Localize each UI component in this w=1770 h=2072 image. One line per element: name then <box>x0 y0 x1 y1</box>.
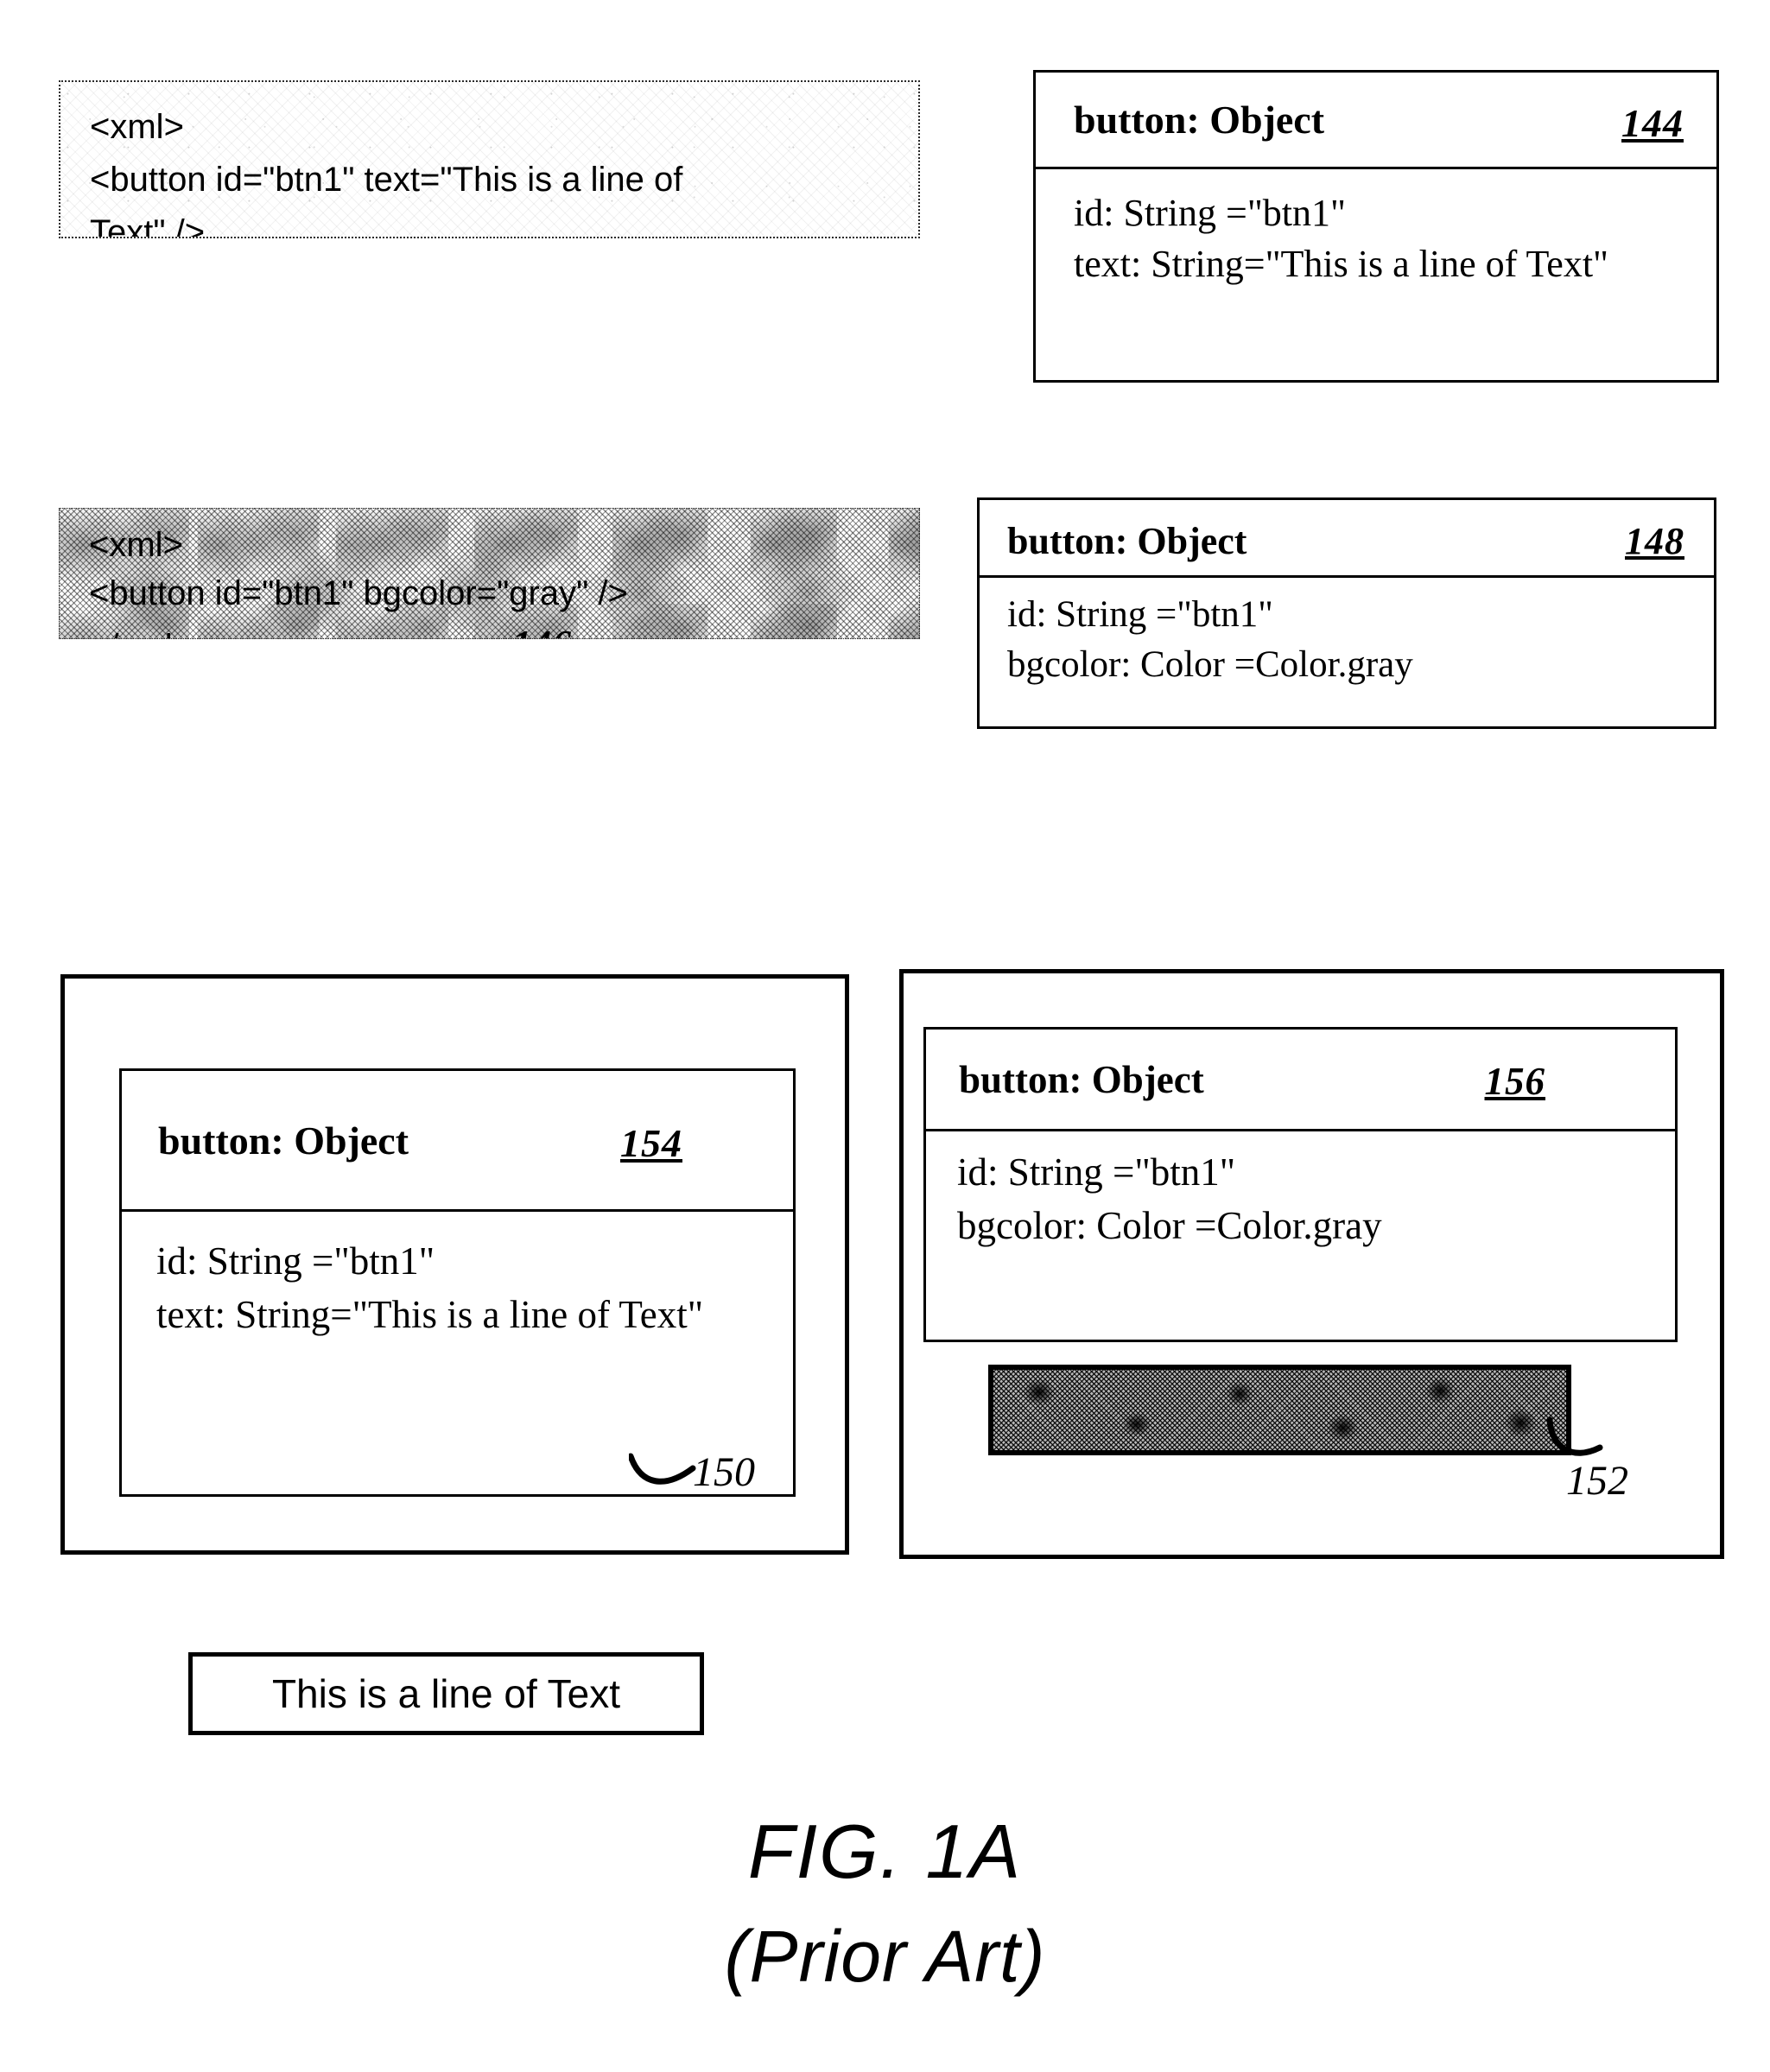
uml-title: button: Object <box>1074 98 1325 142</box>
uml-object-box-148: button: Object 148 id: String ="btn1" bg… <box>977 497 1716 729</box>
xml-source-text-142: <xml> <button id="btn1" text="This is a … <box>60 82 918 238</box>
figure-caption-subtitle: (Prior Art) <box>724 1916 1046 1997</box>
uml-attributes-144: id: String ="btn1" text: String="This is… <box>1036 169 1716 289</box>
uml-attributes-154: id: String ="btn1" text: String="This is… <box>122 1212 793 1341</box>
uml-header-148: button: Object 148 <box>980 500 1714 578</box>
reference-numeral-146: 146 <box>512 618 572 638</box>
rendered-text-button-150[interactable]: This is a line of Text <box>188 1652 704 1735</box>
uml-attribute: id: String ="btn1" <box>957 1150 1236 1194</box>
uml-attribute: bgcolor: Color =Color.gray <box>957 1204 1382 1248</box>
xml-line: <button id="btn1" text="This is a line o… <box>90 160 683 199</box>
xml-line: <xml> <box>90 108 184 146</box>
reference-numeral-150: 150 <box>693 1449 755 1495</box>
uml-header-156: button: Object 156 <box>926 1030 1675 1131</box>
xml-line: Text" /> <box>90 212 206 238</box>
uml-attribute: bgcolor: Color =Color.gray <box>1007 644 1413 686</box>
reference-numeral-148: 148 <box>1625 520 1684 562</box>
uml-title: button: Object <box>959 1057 1204 1101</box>
uml-attribute: text: String="This is a line of Text" <box>156 1293 704 1337</box>
reference-numeral-144: 144 <box>1621 101 1684 145</box>
uml-attributes-148: id: String ="btn1" bgcolor: Color =Color… <box>980 578 1714 690</box>
uml-attribute: id: String ="btn1" <box>156 1239 435 1283</box>
xml-line-text: </xml> <box>89 623 193 638</box>
xml-source-box-142: <xml> <button id="btn1" text="This is a … <box>59 80 920 238</box>
uml-attribute: text: String="This is a line of Text" <box>1074 242 1609 285</box>
rendered-button-label: This is a line of Text <box>271 1671 621 1716</box>
xml-source-box-146: <xml> <button id="btn1" bgcolor="gray" /… <box>59 508 920 639</box>
xml-source-text-146: <xml> <button id="btn1" bgcolor="gray" /… <box>60 509 919 638</box>
uml-attribute: id: String ="btn1" <box>1007 594 1273 635</box>
reference-numeral-154: 154 <box>620 1120 682 1165</box>
xml-line: <button id="btn1" bgcolor="gray" /> <box>89 574 628 612</box>
xml-line: <xml> <box>89 526 183 564</box>
uml-attributes-156: id: String ="btn1" bgcolor: Color =Color… <box>926 1131 1675 1252</box>
uml-object-box-156: button: Object 156 id: String ="btn1" bg… <box>923 1027 1678 1342</box>
uml-title: button: Object <box>158 1118 409 1163</box>
uml-object-box-144: button: Object 144 id: String ="btn1" te… <box>1033 70 1719 383</box>
figure-caption: FIG. 1A (Prior Art) <box>0 1808 1770 1999</box>
figure-caption-title: FIG. 1A <box>747 1809 1023 1894</box>
reference-numeral-156: 156 <box>1484 1059 1545 1103</box>
xml-line: </xml> 146 <box>89 618 919 638</box>
uml-header-144: button: Object 144 <box>1036 73 1716 169</box>
rendered-gray-button-152[interactable] <box>988 1365 1571 1455</box>
uml-object-box-154: button: Object 154 id: String ="btn1" te… <box>119 1068 796 1497</box>
reference-numeral-152: 152 <box>1566 1458 1628 1504</box>
uml-title: button: Object <box>1007 520 1247 562</box>
uml-attribute: id: String ="btn1" <box>1074 192 1346 234</box>
uml-header-154: button: Object 154 <box>122 1071 793 1212</box>
